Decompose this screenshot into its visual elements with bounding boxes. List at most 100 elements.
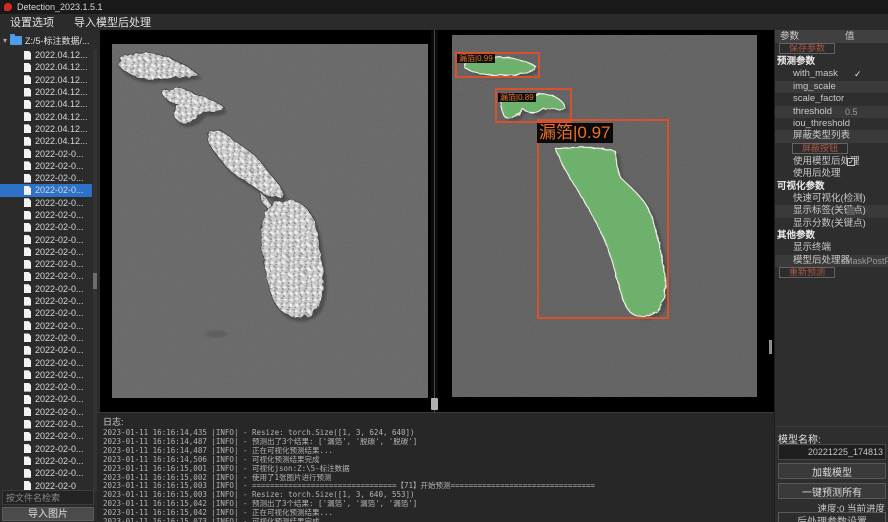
tree-item[interactable]: 2022.04.12... [0,61,92,73]
tree-item[interactable]: 2022-02-0... [0,467,92,479]
tree-item-label: 2022-02-0... [35,149,84,159]
tree-item[interactable]: 2022-02-0... [0,184,92,196]
checkmark-icon[interactable]: ✓ [854,68,862,80]
tree-item[interactable]: 2022-02-0... [0,381,92,393]
tree-item[interactable]: 2022-02-0... [0,369,92,381]
file-icon [24,370,31,379]
tree-item[interactable]: 2022-02-0... [0,393,92,405]
tree-item[interactable]: 2022.04.12... [0,74,92,86]
splitter-handle[interactable] [431,398,438,410]
repredict-button[interactable]: 重新预测 [779,267,835,278]
import-image-button[interactable]: 导入图片 [2,507,94,521]
file-icon [24,469,31,478]
tree-item[interactable]: 2022-02-0... [0,455,92,467]
tree-item-label: 2022.04.12... [35,99,88,109]
tree-item[interactable]: 2022-02-0... [0,295,92,307]
tree-item[interactable]: 2022.04.12... [0,135,92,147]
param-label: threshold [793,106,832,117]
file-icon [24,211,31,220]
window-title: Detection_2023.1.5.1 [17,2,103,12]
tree-item[interactable]: 2022-02-0... [0,406,92,418]
tree-item-label: 2022-02-0... [35,345,84,355]
menu-settings[interactable]: 设置选项 [0,14,64,30]
caret-down-icon[interactable]: ▾ [0,36,10,45]
param-label: 预测参数 [777,56,815,67]
tree-item[interactable]: 2022-02-0... [0,320,92,332]
predict-all-button[interactable]: 一键预测所有 [778,483,886,499]
load-model-button[interactable]: 加载模型 [778,463,886,479]
param-row: 使用模型后处理✓ [775,156,888,168]
tree-item-label: 2022-02-0... [35,185,84,195]
tree-item[interactable]: 2022.04.12... [0,123,92,135]
search-input[interactable] [2,490,94,505]
tree-item[interactable]: 2022-02-0... [0,147,92,159]
param-label: 模型后处理器 [793,255,850,266]
tree-item[interactable]: 2022-02-0... [0,332,92,344]
param-label: 显示分数(关键点) [793,218,866,229]
file-icon [24,481,31,490]
tree-item-label: 2022-02-0... [35,259,84,269]
checkbox-empty[interactable] [847,207,855,215]
tree-item[interactable]: 2022.04.12... [0,98,92,110]
param-label: 显示终端 [793,242,831,253]
tree-item[interactable]: 2022-02-0... [0,246,92,258]
tree-item[interactable]: 2022-02-0... [0,418,92,430]
tree-item[interactable]: 2022-02-0... [0,160,92,172]
param-row: 使用后处理 [775,168,888,180]
tree-item[interactable]: 2022.04.12... [0,86,92,98]
tree-item-label: 2022.04.12... [35,124,88,134]
file-icon [24,456,31,465]
param-row: 其他参数 [775,230,888,242]
tree-item[interactable]: 2022.04.12... [0,49,92,61]
params-header-param: 参数 [775,31,799,42]
file-icon [24,223,31,232]
tree-item[interactable]: 2022-02-0... [0,307,92,319]
tree-item[interactable]: 2022-02-0... [0,197,92,209]
param-label: 快速可视化(检测) [793,193,866,204]
menu-import-model-postprocess[interactable]: 导入模型后处理 [64,14,161,30]
tree-item[interactable]: 2022-02-0... [0,430,92,442]
param-label: with_mask [793,68,838,79]
tree-item[interactable]: 2022-02-0... [0,209,92,221]
block-button[interactable]: 屏蔽按钮 [792,143,848,154]
param-value[interactable]: 0.5 [845,106,858,118]
file-tree: 2022.04.12...2022.04.12...2022.04.12...2… [0,49,92,492]
tree-item-label: 2022-02-0... [35,308,84,318]
tree-root[interactable]: ▾ Z:/5-标注数据/... [0,34,90,47]
tree-item-label: 2022-02-0... [35,468,84,478]
panel-splitter[interactable] [431,30,438,412]
tree-item[interactable]: 2022-02-0... [0,233,92,245]
tree-item-label: 2022-02-0... [35,444,84,454]
tree-item[interactable]: 2022-02-0... [0,283,92,295]
tree-item[interactable]: 2022-02-0... [0,258,92,270]
param-value[interactable]: MaskPostPro [845,255,888,267]
tree-item-label: 2022-02-0... [35,247,84,257]
right-panel-scrollbar-thumb[interactable] [769,340,772,354]
tree-item[interactable]: 2022-02-0... [0,270,92,282]
tree-item-label: 2022.04.12... [35,136,88,146]
file-icon [24,321,31,330]
app-logo-icon [4,3,12,11]
postprocess-settings-button[interactable]: 后处理参数设置 [778,512,886,522]
log-lines: 2023-01-11 16:16:14,435 |INFO| - Resize:… [97,429,775,522]
tree-item[interactable]: 2022-02-0... [0,344,92,356]
tree-item[interactable]: 2022-02-0... [0,443,92,455]
tree-item[interactable]: 2022-02-0... [0,356,92,368]
param-row: 显示终端 [775,242,888,254]
file-icon [24,260,31,269]
file-icon [24,161,31,170]
checkbox-checked[interactable]: ✓ [847,158,855,166]
save-params-button[interactable]: 保存参数 [779,43,835,54]
tree-item[interactable]: 2022-02-0... [0,172,92,184]
tree-item-label: 2022-02-0... [35,235,84,245]
file-icon [24,346,31,355]
param-label: iou_threshold [793,118,850,129]
tree-item-label: 2022-02-0... [35,296,84,306]
param-label: img_scale [793,81,836,92]
model-name-value[interactable]: 20221225_174813 [778,444,886,460]
tree-item[interactable]: 2022.04.12... [0,110,92,122]
tree-item[interactable]: 2022-02-0... [0,221,92,233]
params-rows: 保存参数预测参数with_mask✓img_scalescale_factort… [775,43,888,280]
app-window: Detection_2023.1.5.1 设置选项 导入模型后处理 ▾ Z:/5… [0,0,888,522]
param-row: 快速可视化(检测) [775,193,888,205]
